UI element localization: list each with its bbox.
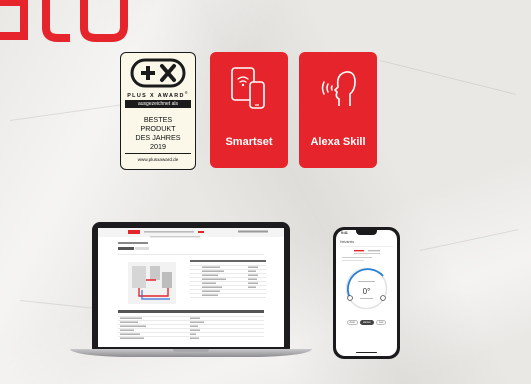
brand-logo-fragment: [0, 0, 128, 42]
phone-temperature: 0°: [362, 287, 371, 296]
award-band: ausgezeichnet als: [125, 100, 191, 108]
alexa-skill-label: Alexa Skill: [310, 136, 366, 148]
mode-chip[interactable]: Auto: [346, 320, 358, 325]
award-url: www.plusxaward.de: [137, 157, 179, 162]
plus-x-icon: [130, 58, 186, 88]
phone-mockup: 9:41 Heizkreis 0° Auto Heizen Aus: [333, 227, 400, 359]
heating-app-web-screen: [98, 228, 284, 339]
phone-mode-chips: Auto Heizen Aus: [341, 320, 392, 325]
voice-head-icon: [321, 71, 356, 106]
mode-chip[interactable]: Aus: [375, 320, 387, 325]
smartset-tile[interactable]: Smartset: [210, 52, 288, 168]
phone-screen: 9:41 Heizkreis 0° Auto Heizen Aus: [336, 230, 397, 356]
alexa-skill-tile[interactable]: Alexa Skill: [299, 52, 377, 168]
tablet-phone-icon: [231, 67, 265, 109]
phone-home-indicator: [356, 351, 377, 353]
laptop-mockup: [70, 222, 312, 362]
smartset-label: Smartset: [225, 136, 273, 148]
phone-status-time: 9:41: [341, 231, 348, 235]
laptop-lid: [92, 222, 290, 350]
laptop-notch: [173, 349, 209, 352]
phone-notch: [356, 230, 377, 235]
plus-x-award-badge: PLUS X AWARD® ausgezeichnet als BESTES P…: [120, 52, 196, 170]
mode-chip-active[interactable]: Heizen: [359, 320, 374, 325]
award-title: BESTES PRODUKT DES JAHRES 2019: [135, 115, 181, 151]
laptop-screen: [98, 228, 284, 347]
award-name: PLUS X AWARD®: [127, 91, 189, 99]
award-divider: [125, 153, 191, 154]
